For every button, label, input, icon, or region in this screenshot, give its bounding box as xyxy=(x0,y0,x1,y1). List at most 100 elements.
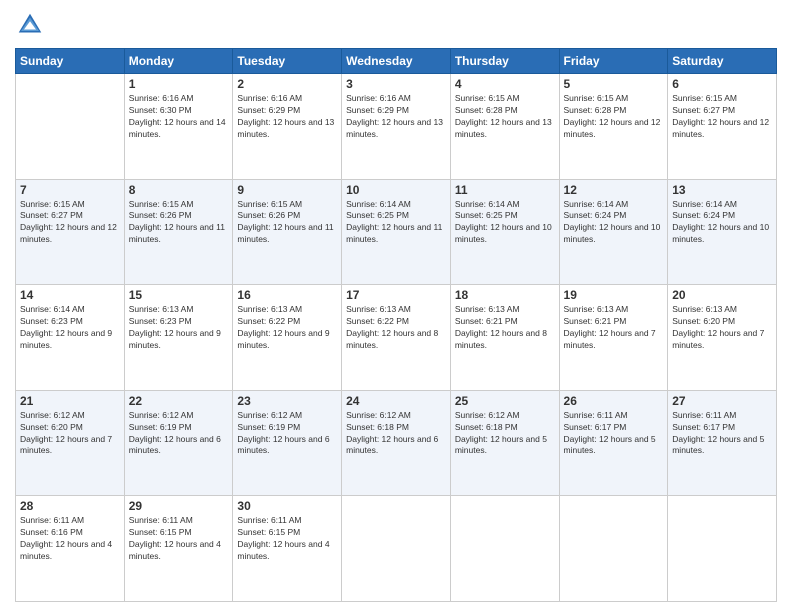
day-number: 1 xyxy=(129,77,229,91)
day-info: Sunrise: 6:14 AMSunset: 6:23 PMDaylight:… xyxy=(20,304,112,350)
day-number: 24 xyxy=(346,394,446,408)
day-number: 13 xyxy=(672,183,772,197)
calendar-cell: 2 Sunrise: 6:16 AMSunset: 6:29 PMDaylight… xyxy=(233,74,342,180)
calendar-week-row: 21Sunrise: 6:12 AMSunset: 6:20 PMDayligh… xyxy=(16,390,777,496)
day-number: 5 xyxy=(564,77,664,91)
day-number: 14 xyxy=(20,288,120,302)
day-info: Sunrise: 6:15 AMSunset: 6:28 PMDaylight:… xyxy=(455,93,552,139)
calendar-header-monday: Monday xyxy=(124,49,233,74)
day-info: Sunrise: 6:11 AMSunset: 6:15 PMDaylight:… xyxy=(129,515,221,561)
day-number: 30 xyxy=(237,499,337,513)
day-info: Sunrise: 6:12 AMSunset: 6:18 PMDaylight:… xyxy=(455,410,547,456)
day-info: Sunrise: 6:16 AMSunset: 6:29 PMDaylight:… xyxy=(237,93,334,139)
day-info: Sunrise: 6:12 AMSunset: 6:18 PMDaylight:… xyxy=(346,410,438,456)
day-number: 8 xyxy=(129,183,229,197)
calendar-header-tuesday: Tuesday xyxy=(233,49,342,74)
day-number: 7 xyxy=(20,183,120,197)
calendar-cell xyxy=(16,74,125,180)
day-number: 12 xyxy=(564,183,664,197)
day-number: 20 xyxy=(672,288,772,302)
page: SundayMondayTuesdayWednesdayThursdayFrid… xyxy=(0,0,792,612)
header xyxy=(15,10,777,40)
day-number: 28 xyxy=(20,499,120,513)
day-number: 27 xyxy=(672,394,772,408)
calendar-cell: 4Sunrise: 6:15 AMSunset: 6:28 PMDaylight… xyxy=(450,74,559,180)
calendar-cell: 30Sunrise: 6:11 AMSunset: 6:15 PMDayligh… xyxy=(233,496,342,602)
calendar-cell: 25 Sunrise: 6:12 AMSunset: 6:18 PMDayligh… xyxy=(450,390,559,496)
day-info: Sunrise: 6:13 AMSunset: 6:21 PMDaylight:… xyxy=(455,304,547,350)
calendar-cell: 26 Sunrise: 6:11 AMSunset: 6:17 PMDayligh… xyxy=(559,390,668,496)
day-info: Sunrise: 6:15 AMSunset: 6:26 PMDaylight:… xyxy=(237,199,333,245)
calendar-cell: 18 Sunrise: 6:13 AMSunset: 6:21 PMDayligh… xyxy=(450,285,559,391)
day-info: Sunrise: 6:11 AMSunset: 6:17 PMDaylight:… xyxy=(564,410,656,456)
calendar-cell: 11 Sunrise: 6:14 AMSunset: 6:25 PMDayligh… xyxy=(450,179,559,285)
day-info: Sunrise: 6:12 AMSunset: 6:19 PMDaylight:… xyxy=(129,410,221,456)
day-number: 2 xyxy=(237,77,337,91)
calendar-header-sunday: Sunday xyxy=(16,49,125,74)
calendar-cell: 9 Sunrise: 6:15 AMSunset: 6:26 PMDaylight… xyxy=(233,179,342,285)
calendar-week-row: 1 Sunrise: 6:16 AMSunset: 6:30 PMDaylight… xyxy=(16,74,777,180)
day-info: Sunrise: 6:14 AMSunset: 6:25 PMDaylight:… xyxy=(455,199,552,245)
calendar-cell: 16Sunrise: 6:13 AMSunset: 6:22 PMDayligh… xyxy=(233,285,342,391)
calendar-cell: 22 Sunrise: 6:12 AMSunset: 6:19 PMDayligh… xyxy=(124,390,233,496)
day-info: Sunrise: 6:15 AMSunset: 6:28 PMDaylight:… xyxy=(564,93,661,139)
day-info: Sunrise: 6:16 AMSunset: 6:30 PMDaylight:… xyxy=(129,93,226,139)
day-number: 10 xyxy=(346,183,446,197)
calendar-cell xyxy=(559,496,668,602)
calendar-cell: 5 Sunrise: 6:15 AMSunset: 6:28 PMDaylight… xyxy=(559,74,668,180)
day-info: Sunrise: 6:16 AMSunset: 6:29 PMDaylight:… xyxy=(346,93,443,139)
calendar-cell: 29 Sunrise: 6:11 AMSunset: 6:15 PMDayligh… xyxy=(124,496,233,602)
day-info: Sunrise: 6:13 AMSunset: 6:22 PMDaylight:… xyxy=(237,304,329,350)
calendar-cell: 27 Sunrise: 6:11 AMSunset: 6:17 PMDayligh… xyxy=(668,390,777,496)
day-info: Sunrise: 6:13 AMSunset: 6:20 PMDaylight:… xyxy=(672,304,764,350)
calendar-cell: 15Sunrise: 6:13 AMSunset: 6:23 PMDayligh… xyxy=(124,285,233,391)
day-number: 23 xyxy=(237,394,337,408)
day-number: 17 xyxy=(346,288,446,302)
calendar-cell: 10 Sunrise: 6:14 AMSunset: 6:25 PMDayligh… xyxy=(342,179,451,285)
calendar-cell: 17 Sunrise: 6:13 AMSunset: 6:22 PMDayligh… xyxy=(342,285,451,391)
day-number: 11 xyxy=(455,183,555,197)
calendar-cell: 20 Sunrise: 6:13 AMSunset: 6:20 PMDayligh… xyxy=(668,285,777,391)
calendar-header-wednesday: Wednesday xyxy=(342,49,451,74)
calendar-cell xyxy=(342,496,451,602)
calendar-cell: 1 Sunrise: 6:16 AMSunset: 6:30 PMDaylight… xyxy=(124,74,233,180)
day-info: Sunrise: 6:12 AMSunset: 6:20 PMDaylight:… xyxy=(20,410,112,456)
calendar-week-row: 14 Sunrise: 6:14 AMSunset: 6:23 PMDayligh… xyxy=(16,285,777,391)
day-number: 3 xyxy=(346,77,446,91)
calendar-cell: 6Sunrise: 6:15 AMSunset: 6:27 PMDaylight… xyxy=(668,74,777,180)
calendar-cell xyxy=(450,496,559,602)
day-number: 26 xyxy=(564,394,664,408)
calendar-header-row: SundayMondayTuesdayWednesdayThursdayFrid… xyxy=(16,49,777,74)
day-info: Sunrise: 6:14 AMSunset: 6:25 PMDaylight:… xyxy=(346,199,442,245)
day-number: 19 xyxy=(564,288,664,302)
day-info: Sunrise: 6:15 AMSunset: 6:27 PMDaylight:… xyxy=(20,199,117,245)
day-number: 9 xyxy=(237,183,337,197)
calendar-cell: 21Sunrise: 6:12 AMSunset: 6:20 PMDayligh… xyxy=(16,390,125,496)
day-info: Sunrise: 6:15 AMSunset: 6:27 PMDaylight:… xyxy=(672,93,769,139)
day-number: 15 xyxy=(129,288,229,302)
logo-icon xyxy=(15,10,45,40)
calendar-week-row: 28Sunrise: 6:11 AMSunset: 6:16 PMDayligh… xyxy=(16,496,777,602)
day-info: Sunrise: 6:13 AMSunset: 6:21 PMDaylight:… xyxy=(564,304,656,350)
day-number: 18 xyxy=(455,288,555,302)
calendar-table: SundayMondayTuesdayWednesdayThursdayFrid… xyxy=(15,48,777,602)
calendar-header-saturday: Saturday xyxy=(668,49,777,74)
calendar-header-thursday: Thursday xyxy=(450,49,559,74)
day-number: 25 xyxy=(455,394,555,408)
day-info: Sunrise: 6:15 AMSunset: 6:26 PMDaylight:… xyxy=(129,199,225,245)
calendar-cell: 28Sunrise: 6:11 AMSunset: 6:16 PMDayligh… xyxy=(16,496,125,602)
day-info: Sunrise: 6:14 AMSunset: 6:24 PMDaylight:… xyxy=(672,199,769,245)
calendar-cell: 8 Sunrise: 6:15 AMSunset: 6:26 PMDaylight… xyxy=(124,179,233,285)
day-info: Sunrise: 6:13 AMSunset: 6:22 PMDaylight:… xyxy=(346,304,438,350)
day-number: 22 xyxy=(129,394,229,408)
calendar-week-row: 7 Sunrise: 6:15 AMSunset: 6:27 PMDaylight… xyxy=(16,179,777,285)
day-info: Sunrise: 6:14 AMSunset: 6:24 PMDaylight:… xyxy=(564,199,661,245)
calendar-header-friday: Friday xyxy=(559,49,668,74)
day-number: 29 xyxy=(129,499,229,513)
calendar-cell xyxy=(668,496,777,602)
calendar-cell: 3 Sunrise: 6:16 AMSunset: 6:29 PMDaylight… xyxy=(342,74,451,180)
calendar-cell: 14 Sunrise: 6:14 AMSunset: 6:23 PMDayligh… xyxy=(16,285,125,391)
day-info: Sunrise: 6:11 AMSunset: 6:17 PMDaylight:… xyxy=(672,410,764,456)
calendar-cell: 23Sunrise: 6:12 AMSunset: 6:19 PMDayligh… xyxy=(233,390,342,496)
calendar-cell: 24 Sunrise: 6:12 AMSunset: 6:18 PMDayligh… xyxy=(342,390,451,496)
